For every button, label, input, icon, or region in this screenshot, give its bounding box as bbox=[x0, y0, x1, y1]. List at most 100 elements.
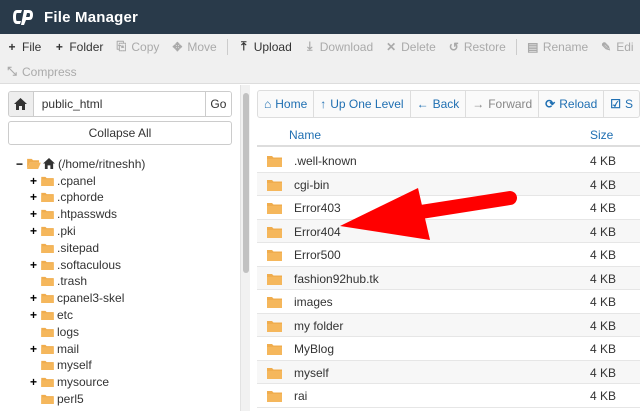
expand-toggle-icon[interactable]: + bbox=[30, 291, 39, 305]
expand-toggle-icon[interactable]: + bbox=[30, 207, 39, 221]
table-row[interactable]: rai 4 KB bbox=[257, 384, 640, 408]
table-row[interactable]: cgi-bin 4 KB bbox=[257, 172, 640, 196]
s-nav-button[interactable]: ☑ S bbox=[604, 91, 639, 117]
table-row[interactable]: fashion92hub.tk 4 KB bbox=[257, 266, 640, 290]
file-name[interactable]: .well-known bbox=[294, 154, 357, 168]
restore-icon: ↺ bbox=[448, 39, 459, 54]
cpanel-logo-icon[interactable] bbox=[8, 0, 38, 34]
delete-icon: ✕ bbox=[386, 39, 397, 54]
scrollbar-thumb[interactable] bbox=[243, 93, 249, 273]
tree-item-label: mail bbox=[57, 341, 80, 356]
forward-nav-button[interactable]: → Forward bbox=[466, 91, 538, 117]
file-name[interactable]: Error403 bbox=[294, 201, 341, 215]
tree-item-htpasswds[interactable]: + .htpasswds bbox=[30, 206, 117, 223]
table-row[interactable]: MyBlog 4 KB bbox=[257, 337, 640, 361]
folder-icon bbox=[41, 176, 54, 186]
folder-icon bbox=[41, 192, 54, 203]
file-name[interactable]: my folder bbox=[294, 319, 343, 333]
tree-item-myself[interactable]: myself bbox=[30, 357, 92, 374]
expand-toggle-icon[interactable]: + bbox=[30, 258, 39, 272]
expand-toggle-icon[interactable]: + bbox=[30, 224, 39, 238]
table-row[interactable]: Error500 4 KB bbox=[257, 243, 640, 267]
table-row[interactable]: my folder 4 KB bbox=[257, 313, 640, 337]
file-name[interactable]: Error404 bbox=[294, 225, 341, 239]
tree-root[interactable]: − (/home/ritneshh) bbox=[16, 155, 145, 172]
copy-icon: ⎘ bbox=[116, 39, 127, 53]
file-name[interactable]: rai bbox=[294, 389, 307, 403]
compress-button[interactable]: ⤡ Compress bbox=[0, 59, 83, 84]
folder-icon bbox=[41, 344, 54, 354]
file-icon: + bbox=[8, 39, 16, 54]
tree-item-label: myself bbox=[57, 358, 92, 373]
file-size: 4 KB bbox=[590, 177, 617, 192]
left-scrollbar[interactable] bbox=[240, 85, 250, 411]
home-nav-button[interactable]: ⌂ Home bbox=[258, 91, 313, 117]
folder-icon bbox=[41, 394, 54, 404]
collapse-toggle-icon[interactable]: − bbox=[16, 157, 25, 171]
go-button[interactable]: Go bbox=[204, 92, 231, 116]
folder-icon bbox=[41, 276, 54, 287]
path-input[interactable] bbox=[33, 92, 205, 116]
tree-item-cphorde[interactable]: + .cphorde bbox=[30, 189, 104, 206]
folder-icon bbox=[41, 243, 54, 253]
folder-icon bbox=[41, 310, 54, 320]
tree-item-pki[interactable]: + .pki bbox=[30, 222, 76, 239]
reload-nav-button[interactable]: ⟳ Reload bbox=[539, 91, 603, 117]
tree-item-label: perl5 bbox=[57, 391, 84, 406]
table-row[interactable]: Error403 4 KB bbox=[257, 196, 640, 220]
download-button[interactable]: ⤓ Download bbox=[298, 34, 379, 59]
column-header-name[interactable]: Name bbox=[289, 128, 321, 142]
tree-item-logs[interactable]: logs bbox=[30, 323, 79, 340]
home-icon[interactable] bbox=[9, 92, 34, 116]
table-row[interactable]: Error404 4 KB bbox=[257, 219, 640, 243]
table-row[interactable]: myself 4 KB bbox=[257, 360, 640, 384]
tree-item-label: .cphorde bbox=[57, 190, 104, 205]
app-header: File Manager bbox=[0, 0, 640, 34]
tree-item-label: logs bbox=[57, 324, 80, 339]
tree-item-sitepad[interactable]: .sitepad bbox=[30, 239, 99, 256]
folder-icon bbox=[267, 367, 282, 379]
tree-item-cpanel3-skel[interactable]: + cpanel3-skel bbox=[30, 290, 124, 307]
copy-button[interactable]: ⎘ Copy bbox=[109, 34, 165, 59]
file-button[interactable]: + File bbox=[0, 34, 47, 59]
file-size: 4 KB bbox=[590, 271, 617, 286]
rename-button[interactable]: ▤ Rename bbox=[521, 34, 594, 59]
file-name[interactable]: Error500 bbox=[294, 248, 341, 262]
expand-toggle-icon[interactable]: + bbox=[30, 375, 39, 389]
file-name[interactable]: fashion92hub.tk bbox=[294, 272, 379, 286]
table-row[interactable]: .well-known 4 KB bbox=[257, 149, 640, 173]
toolbar-button-label: Restore bbox=[463, 39, 506, 54]
collapse-all-button[interactable]: Collapse All bbox=[8, 121, 232, 145]
file-name[interactable]: cgi-bin bbox=[294, 178, 329, 192]
tree-item-mysource[interactable]: + mysource bbox=[30, 374, 109, 391]
folder-open-icon bbox=[27, 158, 41, 169]
table-row[interactable]: images 4 KB bbox=[257, 290, 640, 314]
tree-item-cpanel[interactable]: + .cpanel bbox=[30, 172, 96, 189]
file-name[interactable]: MyBlog bbox=[294, 342, 334, 356]
file-size: 4 KB bbox=[590, 389, 617, 403]
upload-button[interactable]: ⤒ Upload bbox=[232, 34, 298, 59]
file-name[interactable]: images bbox=[294, 295, 333, 309]
expand-toggle-icon[interactable]: + bbox=[30, 190, 39, 204]
toolbar: + File + Folder ⎘ Copy ✥ Move ⤒ Upload ⤓ Download ✕ D… bbox=[0, 34, 640, 84]
back-nav-button[interactable]: ← Back bbox=[411, 91, 466, 117]
forward-icon: → bbox=[472, 97, 485, 111]
tree-item-trash[interactable]: .trash bbox=[30, 273, 87, 290]
tree-item-perl5[interactable]: perl5 bbox=[30, 390, 84, 407]
tree-item-softaculous[interactable]: + .softaculous bbox=[30, 256, 121, 273]
edi-button[interactable]: ✎ Edi bbox=[594, 34, 639, 59]
expand-toggle-icon[interactable]: + bbox=[30, 174, 39, 188]
file-name[interactable]: myself bbox=[294, 366, 329, 380]
move-button[interactable]: ✥ Move bbox=[165, 34, 222, 59]
file-list-panel: ⌂ Home ↑ Up One Level ← Back → Forward ⟳ Reload ☑ S… bbox=[250, 85, 640, 411]
expand-toggle-icon[interactable]: + bbox=[30, 308, 39, 322]
expand-toggle-icon[interactable]: + bbox=[30, 342, 39, 356]
toolbar-button-label: Compress bbox=[22, 64, 77, 79]
folder-button[interactable]: + Folder bbox=[47, 34, 109, 59]
tree-item-mail[interactable]: + mail bbox=[30, 340, 79, 357]
column-header-size[interactable]: Size bbox=[590, 128, 613, 142]
restore-button[interactable]: ↺ Restore bbox=[442, 34, 512, 59]
tree-item-etc[interactable]: + etc bbox=[30, 306, 73, 323]
delete-button[interactable]: ✕ Delete bbox=[379, 34, 442, 59]
up-one-level-nav-button[interactable]: ↑ Up One Level bbox=[314, 91, 409, 117]
